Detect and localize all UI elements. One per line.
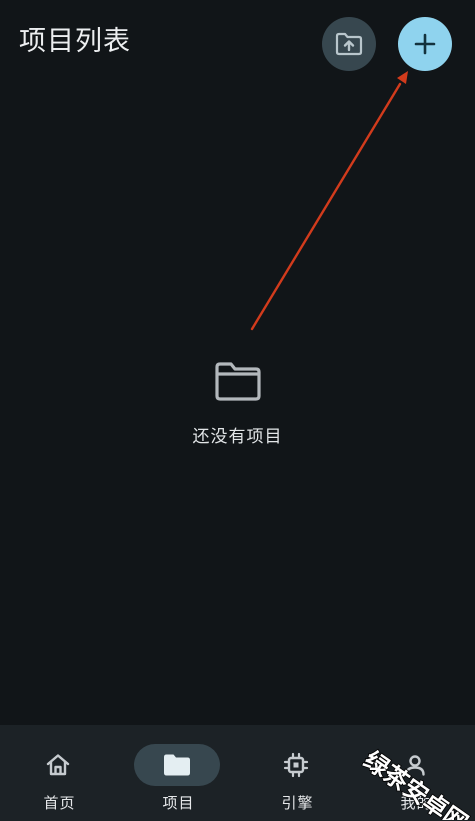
nav-label: 我的	[400, 794, 433, 812]
bottom-navigation-bar: 首页 项目 引擎 我的	[0, 725, 475, 821]
nav-item-projects[interactable]: 项目	[119, 725, 238, 821]
app-screen: 项目列表 还没有项目 首页 项目 引擎 我的 绿茶安卓网	[0, 0, 475, 821]
nav-indicator	[253, 744, 339, 786]
nav-indicator	[372, 744, 458, 786]
nav-item-profile[interactable]: 我的	[357, 725, 475, 821]
nav-indicator	[15, 744, 101, 786]
chip-icon	[283, 752, 309, 778]
nav-label: 项目	[162, 794, 195, 812]
folder-upload-icon	[335, 32, 363, 56]
empty-state-text: 还没有项目	[192, 427, 283, 447]
page-title: 项目列表	[19, 26, 131, 57]
nav-item-home[interactable]: 首页	[0, 725, 119, 821]
empty-state: 还没有项目	[0, 358, 475, 447]
plus-icon	[414, 33, 436, 55]
user-icon	[405, 755, 425, 776]
folder-icon	[164, 754, 190, 776]
nav-item-engine[interactable]: 引擎	[238, 725, 357, 821]
folder-icon	[214, 362, 261, 401]
add-project-button[interactable]	[398, 17, 452, 71]
nav-indicator-active	[134, 744, 220, 786]
nav-label: 首页	[43, 794, 76, 812]
top-app-bar: 项目列表	[0, 0, 475, 88]
nav-label: 引擎	[281, 794, 314, 812]
import-project-button[interactable]	[322, 17, 376, 71]
home-icon	[46, 754, 70, 776]
